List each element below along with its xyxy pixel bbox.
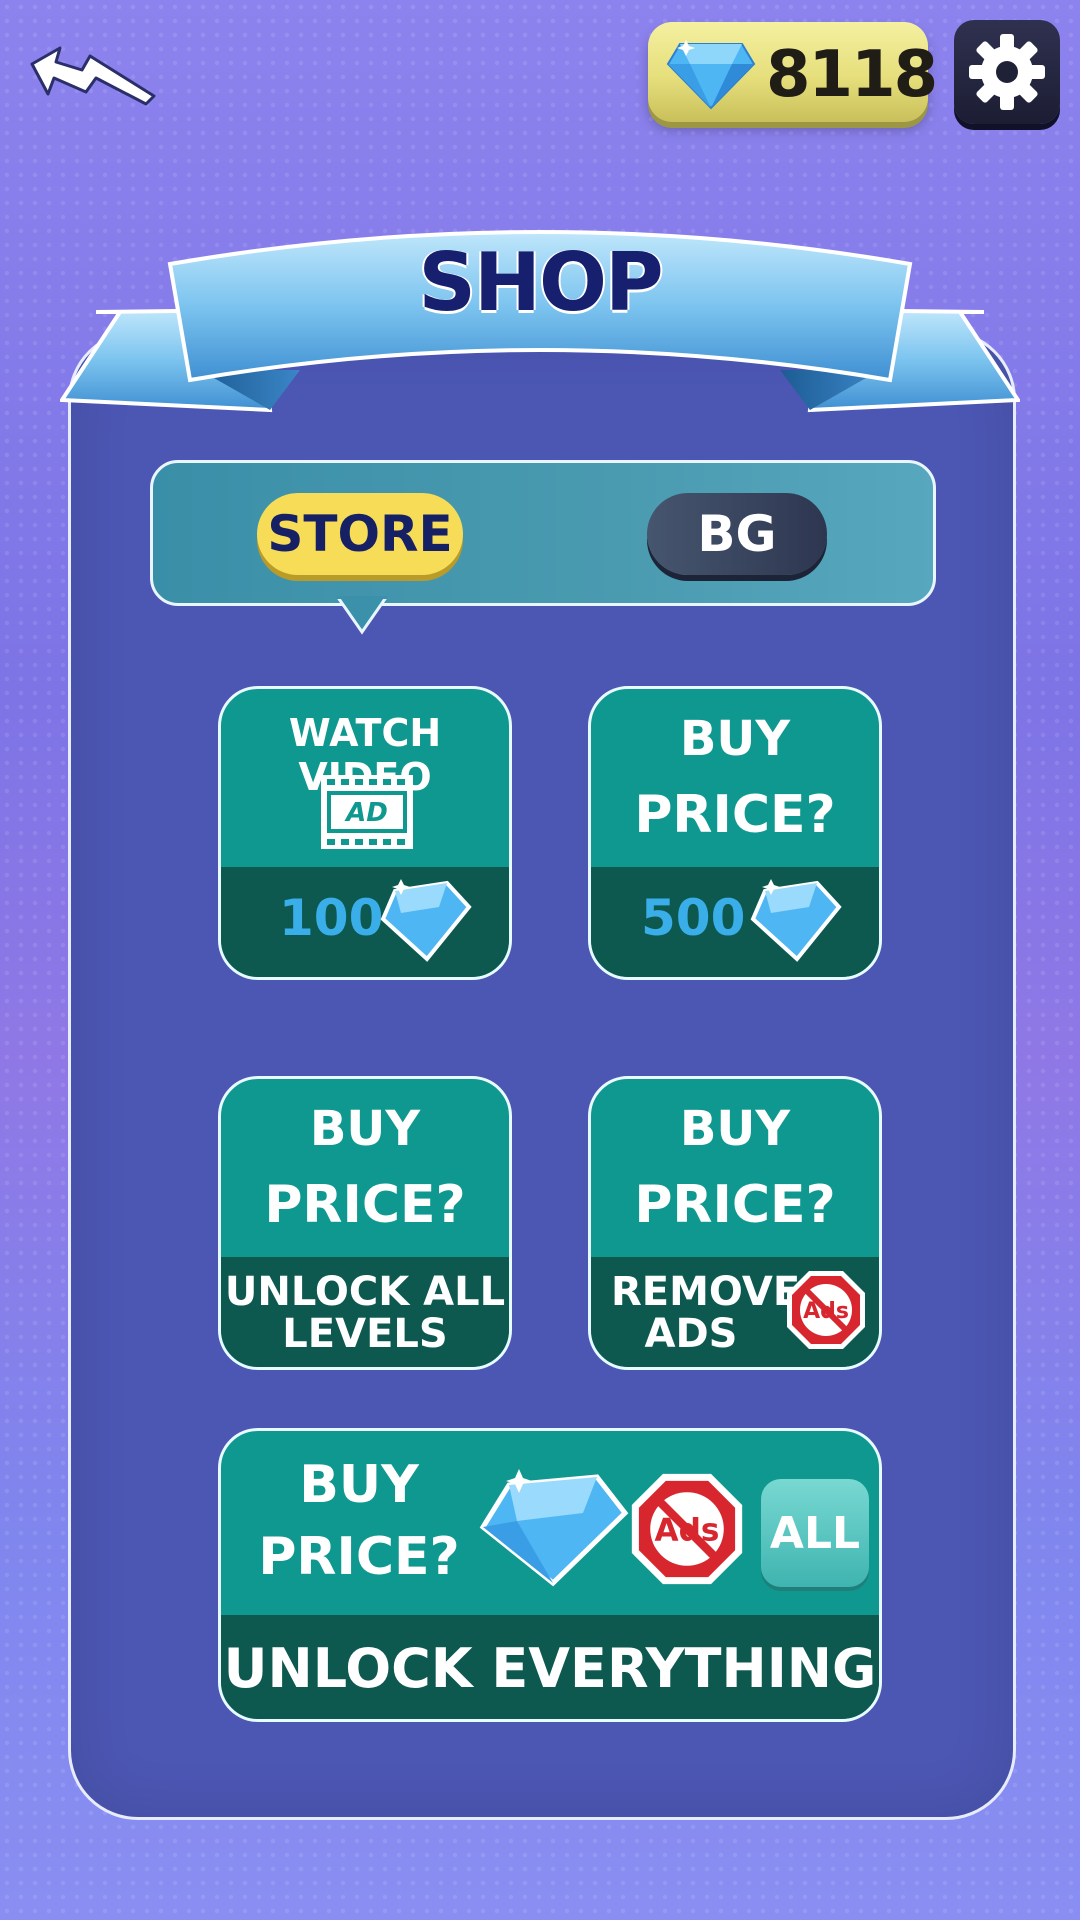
settings-button[interactable] <box>954 20 1060 124</box>
gem-icon <box>666 40 756 110</box>
remove-ads-card[interactable]: BUY PRICE? REMOVE ADS Ads <box>588 1076 882 1370</box>
tab-store[interactable]: STORE <box>257 493 463 575</box>
gem-count: 8118 <box>766 38 938 112</box>
back-arrow-icon <box>30 46 156 106</box>
price-label: PRICE? <box>634 785 836 845</box>
buy-500-reward-bar: 500 <box>591 867 879 977</box>
gem-counter: 8118 <box>648 22 938 122</box>
no-ads-icon: Ads <box>787 1271 865 1349</box>
reward-amount: 100 <box>279 889 384 947</box>
gem-icon <box>750 879 842 962</box>
buy-label: BUY <box>679 1101 791 1157</box>
gem-icon <box>479 1469 629 1587</box>
unlock-levels-label-1: UNLOCK ALL <box>224 1269 506 1315</box>
tab-pointer <box>337 596 387 635</box>
buy-label: BUY <box>679 711 791 767</box>
all-badge: ALL <box>761 1479 869 1587</box>
unlock-all-levels-card[interactable]: BUY PRICE? UNLOCK ALL LEVELS <box>218 1076 512 1370</box>
unlock-levels-label-bar: UNLOCK ALL LEVELS <box>221 1257 509 1367</box>
reward-amount: 500 <box>641 889 746 947</box>
unlock-everything-label: UNLOCK EVERYTHING <box>223 1637 877 1700</box>
unlock-everything-label-bar: UNLOCK EVERYTHING <box>221 1615 879 1719</box>
remove-ads-label-bar: REMOVE ADS Ads <box>591 1257 879 1367</box>
gear-icon <box>969 34 1045 110</box>
remove-ads-label-1: REMOVE <box>611 1269 801 1315</box>
watch-video-card[interactable]: WATCH VIDEO AD 100 <box>218 686 512 980</box>
no-ads-icon: Ads <box>631 1473 743 1585</box>
ad-video-icon: AD <box>321 775 413 849</box>
tab-bg[interactable]: BG <box>647 493 827 575</box>
ad-label: AD <box>344 798 388 828</box>
unlock-levels-label-2: LEVELS <box>282 1311 448 1357</box>
watch-video-reward-bar: 100 <box>221 867 509 977</box>
gem-icon <box>380 879 472 962</box>
buy-label: BUY <box>299 1455 419 1515</box>
remove-ads-label-2: ADS <box>644 1311 738 1357</box>
shop-title: SHOP <box>418 236 663 329</box>
tab-bar: STORE BG <box>150 460 936 606</box>
price-label: PRICE? <box>258 1527 460 1587</box>
back-button[interactable] <box>26 44 162 114</box>
buy-gems-500-card[interactable]: BUY PRICE? 500 <box>588 686 882 980</box>
price-label: PRICE? <box>634 1175 836 1235</box>
buy-label: BUY <box>309 1101 421 1157</box>
unlock-everything-card[interactable]: BUY PRICE? Ads ALL UNLOCK EVERYTHING <box>218 1428 882 1722</box>
price-label: PRICE? <box>264 1175 466 1235</box>
